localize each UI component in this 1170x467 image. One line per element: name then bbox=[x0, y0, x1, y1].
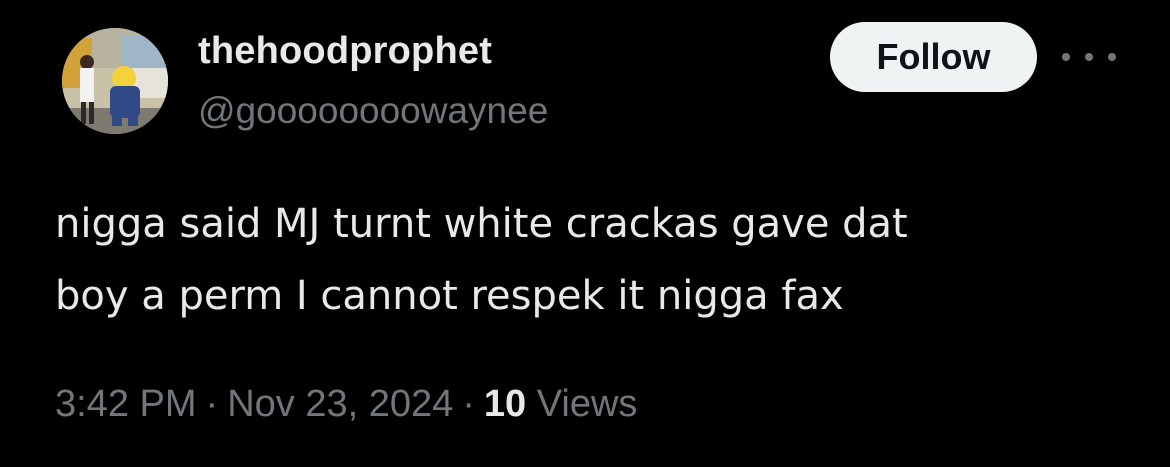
tweet-date[interactable]: Nov 23, 2024 bbox=[227, 383, 453, 425]
display-name[interactable]: thehoodprophet bbox=[198, 28, 492, 74]
tweet-meta: 3:42 PM · Nov 23, 2024 · 10 Views bbox=[55, 376, 637, 432]
tweet-time[interactable]: 3:42 PM bbox=[55, 383, 197, 425]
more-dot bbox=[1085, 53, 1093, 61]
more-dot bbox=[1108, 53, 1116, 61]
meta-separator: · bbox=[205, 383, 219, 425]
views-count[interactable]: 10 bbox=[484, 383, 526, 425]
tweet-card: thehoodprophet @goooooooowaynee Follow n… bbox=[0, 0, 1170, 467]
avatar[interactable] bbox=[62, 28, 168, 134]
views-label: Views bbox=[536, 383, 638, 425]
tweet-text-line: boy a perm I cannot respek it nigga fax bbox=[55, 273, 844, 319]
follow-button[interactable]: Follow bbox=[830, 22, 1037, 92]
more-dot bbox=[1062, 53, 1070, 61]
tweet-text: nigga said MJ turnt white crackas gave d… bbox=[55, 188, 1115, 332]
more-horizontal-icon[interactable] bbox=[1062, 45, 1116, 69]
tweet-text-line: nigga said MJ turnt white crackas gave d… bbox=[55, 201, 908, 247]
avatar-image bbox=[62, 28, 168, 134]
user-handle[interactable]: @goooooooowaynee bbox=[198, 88, 548, 134]
meta-separator: · bbox=[462, 383, 475, 425]
